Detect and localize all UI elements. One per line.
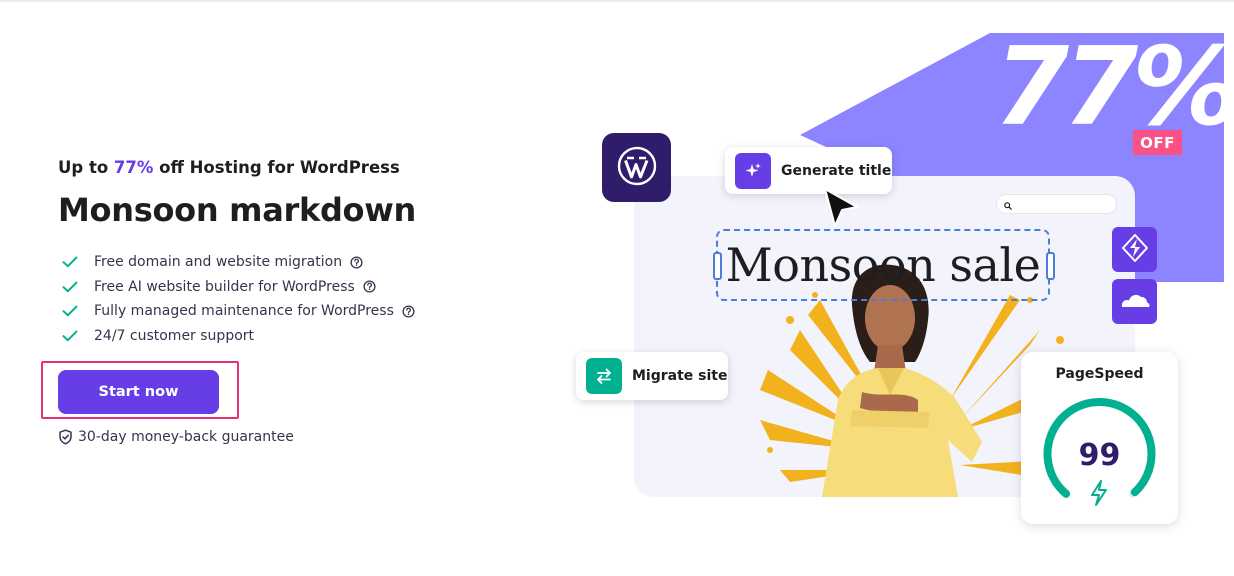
cursor-arrow-icon [824,188,858,227]
pagespeed-card: PageSpeed 99 [1021,352,1178,524]
preview-headline: Monsoon sale [725,238,1041,292]
cloudflare-icon [1119,290,1151,314]
sparkles-icon [735,152,771,189]
litespeed-tile [1112,227,1157,272]
wordpress-logo-icon [617,146,657,190]
search-icon [1004,195,1012,214]
pagespeed-score: 99 [1078,438,1121,473]
search-input[interactable] [996,194,1117,214]
swap-arrows-icon [586,358,622,394]
generate-title-chip[interactable]: Generate title [725,147,892,194]
migrate-site-label: Migrate site [632,368,728,384]
pagespeed-label: PageSpeed [1055,366,1144,382]
migrate-site-chip[interactable]: Migrate site [576,352,728,400]
wordpress-tile [602,133,671,202]
generate-title-label: Generate title [781,162,892,179]
cloudflare-tile [1112,279,1157,324]
litespeed-icon [1121,233,1148,266]
lightning-icon [1091,480,1107,506]
